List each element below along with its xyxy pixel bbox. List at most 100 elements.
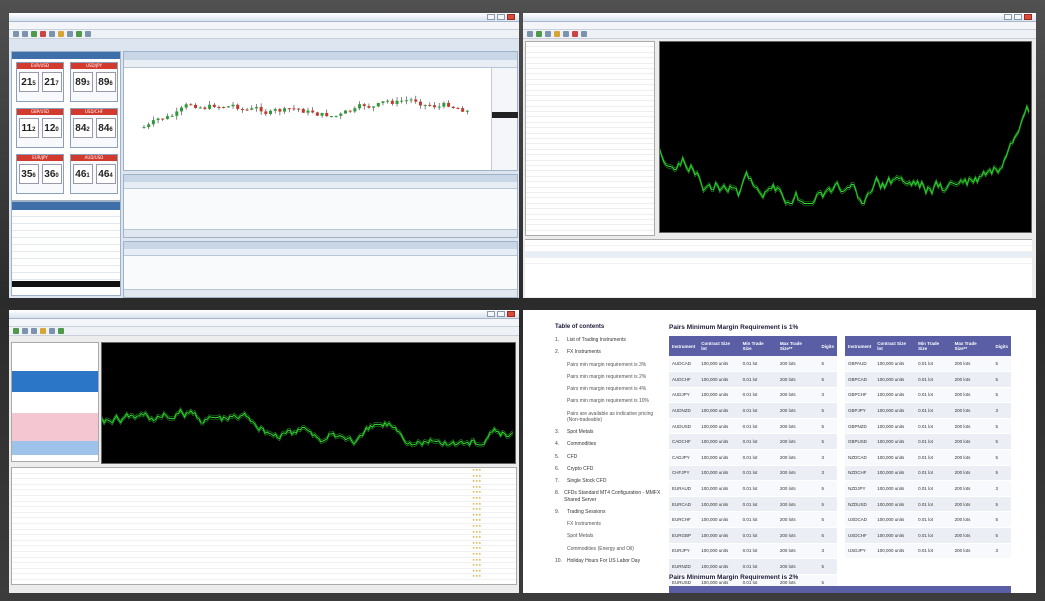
market-watch-row[interactable] — [12, 343, 98, 350]
toc-item[interactable]: 1. List of Trading Instruments — [555, 337, 663, 343]
market-watch-row[interactable] — [12, 378, 98, 385]
market-watch-row[interactable] — [12, 399, 98, 406]
quote-tile[interactable]: USD/JPY 893 896 — [70, 62, 118, 102]
minimize-icon[interactable] — [487, 311, 495, 317]
window-titlebar[interactable] — [9, 13, 519, 22]
market-watch-row[interactable] — [12, 392, 98, 399]
market-watch-row[interactable] — [12, 427, 98, 434]
maximize-icon[interactable] — [497, 311, 505, 317]
market-watch-row[interactable] — [12, 441, 98, 448]
toolbar-icon[interactable] — [40, 31, 46, 37]
close-icon[interactable] — [507, 311, 515, 317]
quote-tile[interactable]: EUR/USD 215 217 — [16, 62, 64, 102]
toc-item[interactable]: 9. Trading Sessions — [555, 509, 663, 515]
trading-platform-news-window[interactable]: ★★★ ★★★ ★★★ ★★★ ★★★ ★★★ ★★★ ★★★ ★★★ ★★★ ★★★ ★★★ ★★★ ★… — [9, 310, 519, 593]
toolbar-icon[interactable] — [554, 31, 560, 37]
sell-button[interactable]: 893 — [72, 72, 93, 92]
maximize-icon[interactable] — [497, 14, 505, 20]
toc-item[interactable]: 7. Single Stock CFD — [555, 478, 663, 484]
news-row[interactable]: ★★★ — [12, 574, 516, 580]
toolbar-icon[interactable] — [76, 31, 82, 37]
toolbar-icon[interactable] — [58, 328, 64, 334]
news-panel[interactable]: ★★★ ★★★ ★★★ ★★★ ★★★ ★★★ ★★★ ★★★ ★★★ ★★★ ★★★ ★★★ ★★★ ★… — [11, 467, 517, 585]
market-watch-row[interactable] — [12, 434, 98, 441]
market-watch-row[interactable] — [526, 225, 654, 231]
market-watch-row[interactable] — [12, 448, 98, 455]
market-watch-row[interactable] — [12, 364, 98, 371]
close-icon[interactable] — [1024, 14, 1032, 20]
toolbar-icon[interactable] — [22, 31, 28, 37]
toc-item[interactable]: Commodities (Energy and Oil) — [555, 546, 663, 552]
toc-item[interactable]: FX Instruments — [555, 521, 663, 527]
toc-item[interactable]: 10. Holiday Hours For US Labor Day — [555, 558, 663, 564]
quote-tile[interactable]: EUR/JPY 356 360 — [16, 154, 64, 194]
metatrader-window[interactable] — [523, 13, 1036, 298]
market-watch[interactable] — [11, 342, 99, 462]
toolbar-icon[interactable] — [85, 31, 91, 37]
line-chart[interactable] — [659, 42, 1031, 232]
toc-item[interactable]: Pairs min margin requirement is 4% — [555, 386, 663, 392]
line-chart[interactable] — [101, 343, 515, 463]
quote-tile[interactable]: AUD/USD 461 464 — [70, 154, 118, 194]
buy-button[interactable]: 896 — [95, 72, 116, 92]
price-chart-panel[interactable] — [659, 41, 1032, 233]
toc-item[interactable]: 8. CFDs Standard MT4 Configuration - MMFX… — [555, 490, 663, 503]
market-watch-row[interactable] — [12, 455, 98, 462]
toolbar-icon[interactable] — [49, 328, 55, 334]
toc-item[interactable]: Spot Metals — [555, 533, 663, 539]
window-titlebar[interactable] — [523, 13, 1036, 22]
buy-button[interactable]: 217 — [41, 72, 62, 92]
toc-item[interactable]: 5. CFD — [555, 454, 663, 460]
toolbar-icon[interactable] — [22, 328, 28, 334]
quote-tile[interactable]: USD/CHF 842 846 — [70, 108, 118, 148]
candlestick-chart[interactable] — [124, 68, 492, 164]
sell-button[interactable]: 112 — [18, 118, 39, 138]
sell-button[interactable]: 461 — [72, 164, 93, 184]
toolbar-icon[interactable] — [536, 31, 542, 37]
toolbar-icon[interactable] — [581, 31, 587, 37]
toc-item[interactable]: Pairs min margin requirement is 2% — [555, 374, 663, 380]
toolbar-icon[interactable] — [40, 328, 46, 334]
sell-button[interactable]: 842 — [72, 118, 93, 138]
toolbar-icon[interactable] — [13, 31, 19, 37]
toc-item[interactable]: 3. Spot Metals — [555, 429, 663, 435]
market-watch-row[interactable] — [12, 357, 98, 364]
minimize-icon[interactable] — [487, 14, 495, 20]
toolbar-icon[interactable] — [67, 31, 73, 37]
market-watch-row[interactable] — [12, 371, 98, 378]
price-chart-panel[interactable] — [101, 342, 516, 464]
toolbar-icon[interactable] — [545, 31, 551, 37]
trading-platform-window[interactable]: EUR/USD 215 217 USD/JPY 893 896 GBP/USD 11… — [9, 13, 519, 298]
buy-button[interactable]: 120 — [41, 118, 62, 138]
market-watch-row[interactable] — [12, 420, 98, 427]
buy-button[interactable]: 846 — [95, 118, 116, 138]
maximize-icon[interactable] — [1014, 14, 1022, 20]
market-watch-row[interactable] — [12, 413, 98, 420]
toc-item[interactable]: Pairs are available as indicative pricin… — [555, 411, 663, 424]
toc-item[interactable]: Pairs min margin requirement is 3% — [555, 362, 663, 368]
toolbar-icon[interactable] — [563, 31, 569, 37]
toolbar-icon[interactable] — [49, 31, 55, 37]
buy-button[interactable]: 464 — [95, 164, 116, 184]
sell-button[interactable]: 356 — [18, 164, 39, 184]
toc-item[interactable]: Pairs min margin requirement is 10% — [555, 398, 663, 404]
candlestick-chart-panel[interactable] — [123, 51, 518, 171]
toc-item[interactable]: 4. Commodities — [555, 441, 663, 447]
toolbar-icon[interactable] — [572, 31, 578, 37]
market-watch-row[interactable] — [12, 406, 98, 413]
window-titlebar[interactable] — [9, 310, 519, 319]
toolbar-icon[interactable] — [13, 328, 19, 334]
buy-button[interactable]: 360 — [41, 164, 62, 184]
toolbar-icon[interactable] — [58, 31, 64, 37]
market-watch-row[interactable] — [12, 350, 98, 357]
toolbar-icon[interactable] — [31, 328, 37, 334]
market-watch-row[interactable] — [12, 385, 98, 392]
toc-item[interactable]: 2. FX Instruments — [555, 349, 663, 355]
market-watch[interactable] — [525, 41, 655, 236]
quote-tile[interactable]: GBP/USD 112 120 — [16, 108, 64, 148]
toolbar-icon[interactable] — [527, 31, 533, 37]
minimize-icon[interactable] — [1004, 14, 1012, 20]
close-icon[interactable] — [507, 14, 515, 20]
sell-button[interactable]: 215 — [18, 72, 39, 92]
toolbar-icon[interactable] — [31, 31, 37, 37]
